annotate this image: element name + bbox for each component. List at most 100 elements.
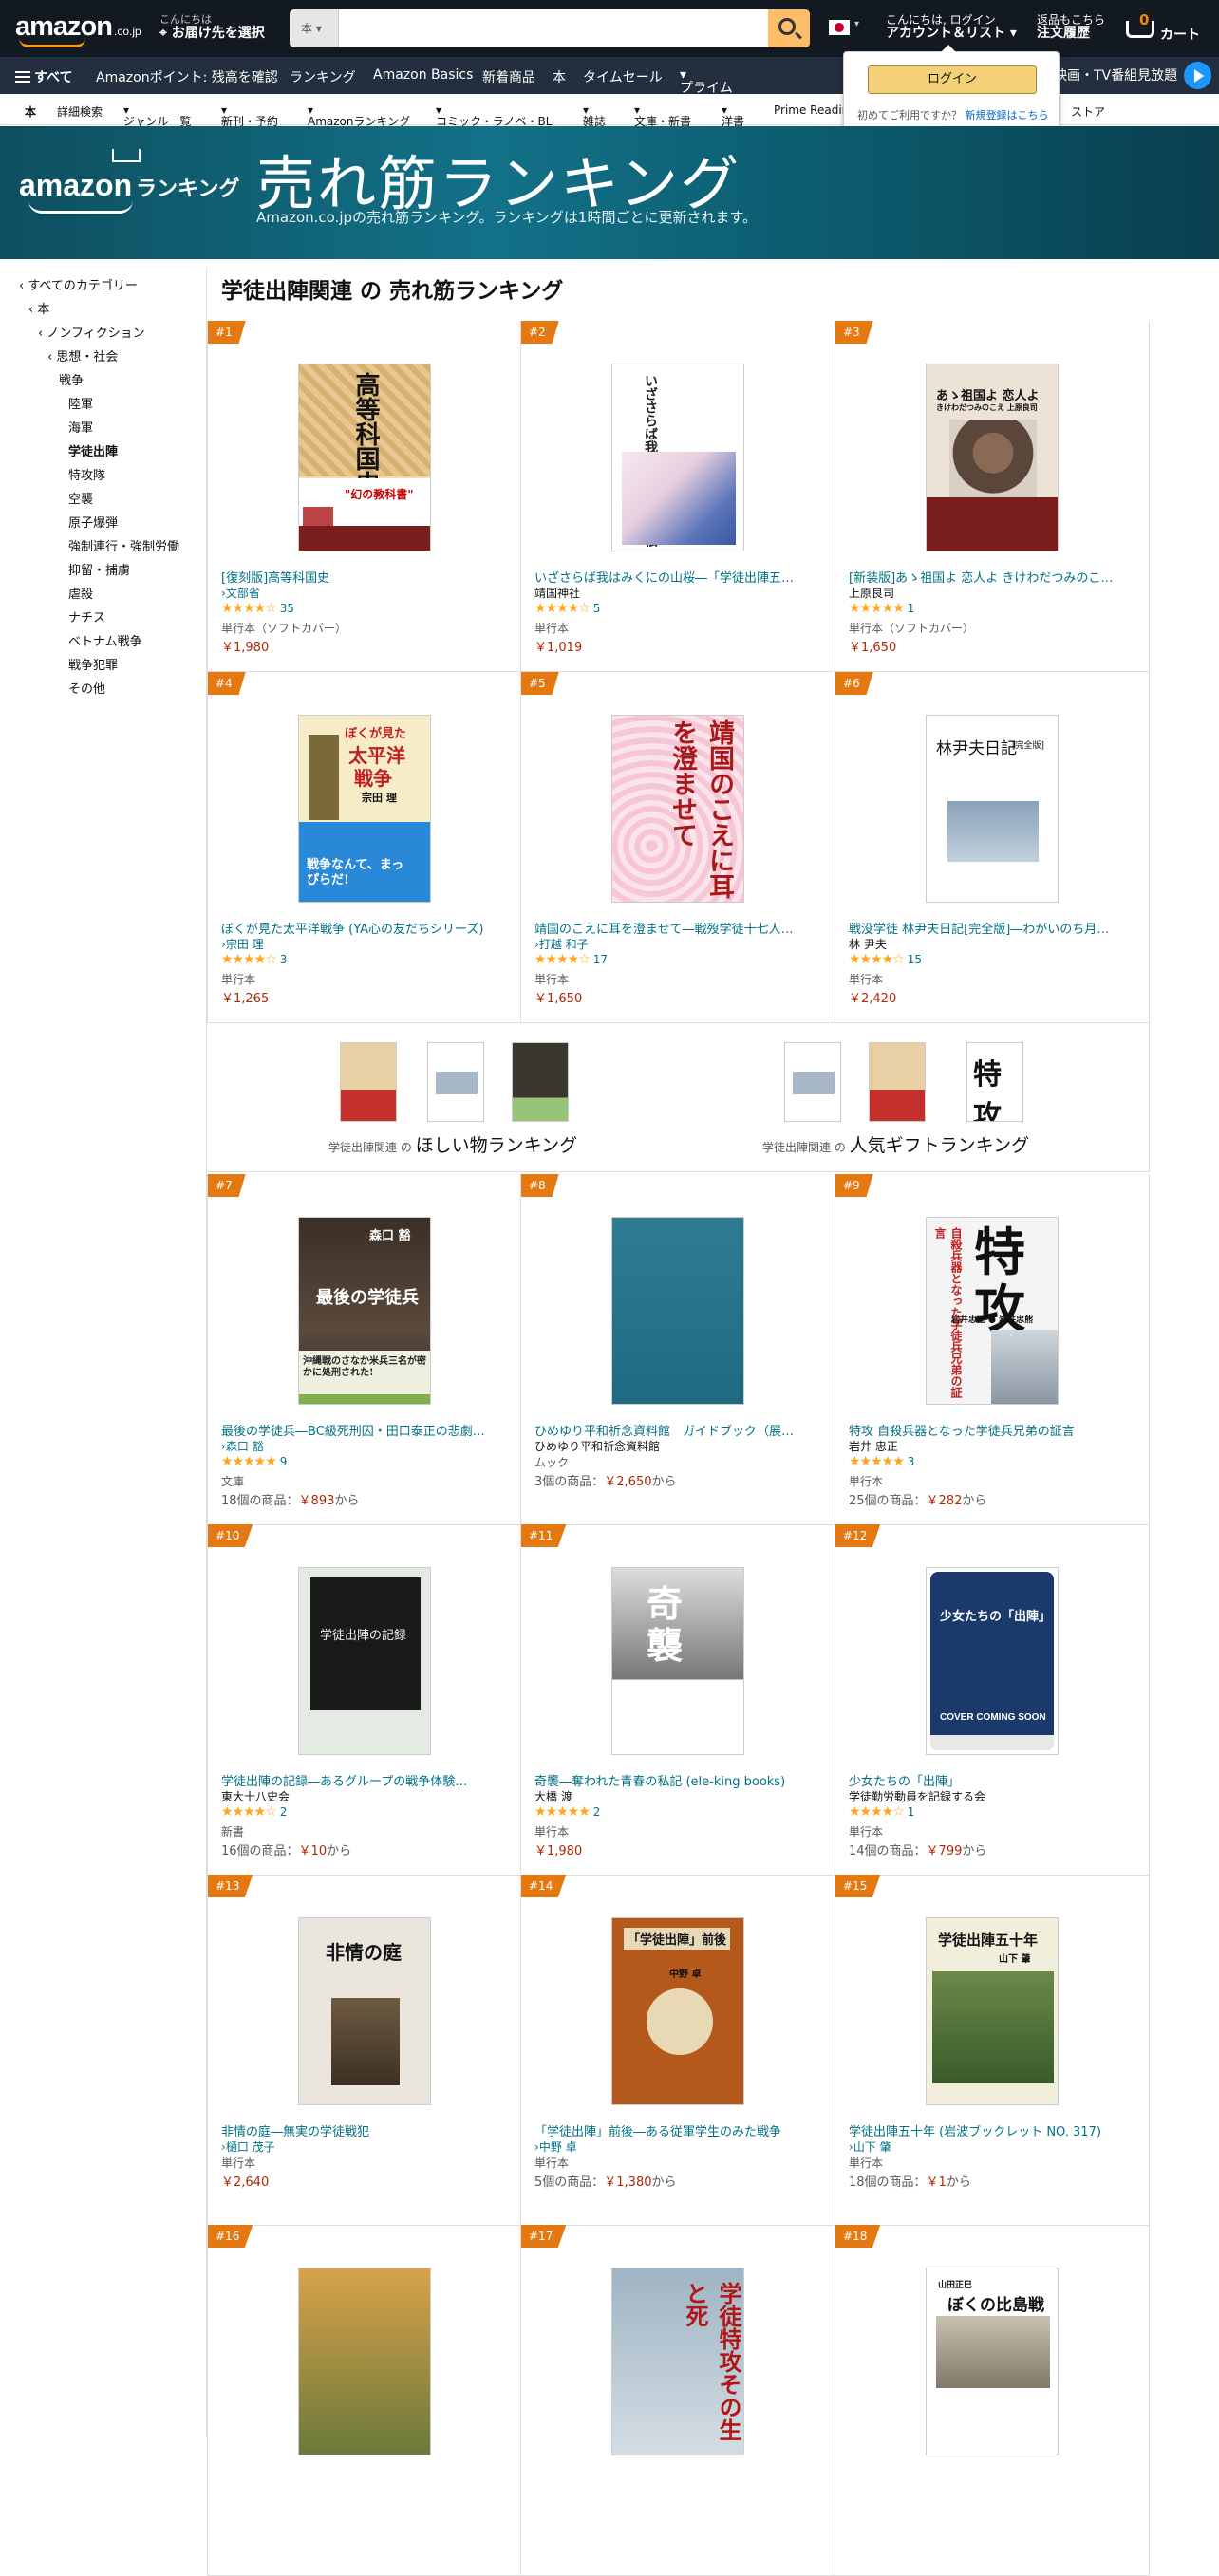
product-title-link[interactable]: [復刻版]高等科国史 (221, 568, 511, 586)
promo-thumb[interactable] (784, 1042, 841, 1122)
subnav-genres[interactable]: ジャンル一覧 ▾ (123, 103, 191, 128)
star-rating[interactable]: ★★★★★ 3 (849, 1454, 914, 1469)
price[interactable]: 25個の商品：￥282から (849, 1490, 986, 1508)
author[interactable]: ›文部省 (221, 585, 260, 601)
review-count[interactable]: 1 (908, 1805, 915, 1819)
sidebar-category-9[interactable]: 空襲 (68, 489, 93, 507)
book-cover[interactable]: 学徒出陣の記録 (298, 1567, 431, 1755)
book-cover[interactable]: 少女たちの「出陣」 COVER COMING SOON (926, 1567, 1059, 1755)
star-rating[interactable]: ★★★★★ 1 (849, 601, 914, 616)
book-cover[interactable] (611, 1217, 744, 1405)
orders-link[interactable]: 返品もこちら 注文履歴 (1037, 13, 1105, 40)
author[interactable]: ›樋口 茂子 (221, 2138, 275, 2155)
author[interactable]: ›山下 肇 (849, 2138, 891, 2155)
star-rating[interactable]: ★★★★☆ 1 (849, 1804, 914, 1820)
product-title-link[interactable]: 学徒出陣の記録―あるグループの戦争体験… (221, 1771, 511, 1789)
book-cover[interactable]: 学徒出陣五十年 山下 肇 (926, 1917, 1059, 2105)
price[interactable]: 3個の商品：￥2,650から (534, 1471, 677, 1489)
book-cover[interactable] (298, 2268, 431, 2455)
product-title-link[interactable]: 非情の庭―無実の学徒戦犯 (221, 2121, 511, 2139)
price[interactable]: 18個の商品：￥1から (849, 2172, 971, 2190)
nav-item-ranking[interactable]: ランキング (290, 67, 356, 86)
star-rating[interactable]: ★★★★★ 2 (534, 1804, 600, 1820)
book-cover[interactable]: 奇襲 (611, 1567, 744, 1755)
product-title-link[interactable]: 靖国のこえに耳を澄ませて―戦歿学徒十七人… (534, 919, 824, 937)
product-title-link[interactable]: 少女たちの「出陣」 (849, 1771, 1138, 1789)
review-count[interactable]: 17 (593, 953, 608, 966)
sidebar-category-2[interactable]: ‹ ノンフィクション (38, 323, 145, 341)
subnav-comics[interactable]: コミック・ラノベ・BL ▾ (436, 103, 552, 128)
price[interactable]: 14個の商品：￥799から (849, 1840, 986, 1858)
sidebar-category-14[interactable]: ナチス (68, 607, 105, 625)
subnav-store[interactable]: ストア (1071, 103, 1105, 120)
play-icon[interactable] (1184, 62, 1211, 89)
sidebar-category-13[interactable]: 虐殺 (68, 584, 93, 602)
subnav-new-releases[interactable]: 新刊・予約 ▾ (221, 103, 278, 128)
sidebar-category-6[interactable]: 海軍 (68, 418, 93, 436)
book-cover[interactable]: 学徒特攻その生と死 (611, 2268, 744, 2455)
promo-thumb[interactable] (427, 1042, 484, 1122)
review-count[interactable]: 5 (593, 602, 601, 615)
product-title-link[interactable]: 戦没学徒 林尹夫日記[完全版]―わがいのち月… (849, 919, 1138, 937)
cart-button[interactable]: 0 カート (1122, 11, 1211, 46)
product-title-link[interactable]: 最後の学徒兵―BC級死刑囚・田口泰正の悲劇… (221, 1421, 511, 1439)
search-input[interactable] (343, 9, 760, 47)
review-count[interactable]: 2 (593, 1805, 601, 1819)
sidebar-category-8[interactable]: 特攻隊 (68, 465, 105, 483)
author[interactable]: ›打越 和子 (534, 936, 589, 952)
book-cover[interactable]: あゝ祖国よ 恋人よ きけわだつみのこえ 上原良司 (926, 364, 1059, 551)
nav-item-basics[interactable]: Amazon Basics (373, 67, 473, 83)
sidebar-category-1[interactable]: ‹ 本 (28, 299, 49, 317)
star-rating[interactable]: ★★★★☆ 35 (221, 601, 294, 616)
review-count[interactable]: 15 (908, 953, 922, 966)
sidebar-category-12[interactable]: 抑留・捕虜 (68, 560, 130, 578)
star-rating[interactable]: ★★★★☆ 17 (534, 952, 608, 967)
review-count[interactable]: 3 (280, 953, 288, 966)
sidebar-category-3[interactable]: ‹ 思想・社会 (47, 346, 118, 364)
sidebar-category-10[interactable]: 原子爆弾 (68, 513, 118, 531)
book-cover[interactable]: 高等科国史 "幻の教科書" (298, 364, 431, 551)
nav-item-new[interactable]: 新着商品 (482, 67, 535, 86)
signup-link[interactable]: 新規登録はこちら (966, 109, 1049, 121)
book-cover[interactable]: 「学徒出陣」前後 中野 卓 (611, 1917, 744, 2105)
sidebar-category-16[interactable]: 戦争犯罪 (68, 655, 118, 673)
author[interactable]: ›森口 豁 (221, 1438, 264, 1454)
book-cover[interactable]: 林尹夫日記 [完全版] (926, 715, 1059, 903)
promo-thumb[interactable]: 特攻 (966, 1042, 1023, 1122)
sidebar-category-11[interactable]: 強制連行・強制労働 (68, 536, 179, 554)
sidebar-category-4[interactable]: 戦争 (59, 370, 84, 388)
book-cover[interactable]: 山田正巳ぼくの比島戦記 (926, 2268, 1059, 2455)
nav-item-prime[interactable]: プライム ▾ (680, 67, 733, 96)
product-title-link[interactable]: 学徒出陣五十年 (岩波ブックレット NO. 317) (849, 2121, 1138, 2139)
product-title-link[interactable]: [新装版]あゝ祖国よ 恋人よ きけわだつみのこ… (849, 568, 1138, 586)
review-count[interactable]: 9 (280, 1455, 288, 1468)
wishlist-ranking-link[interactable]: 学徒出陣関連 の ほしい物ランキング (328, 1131, 577, 1157)
product-title-link[interactable]: 「学徒出陣」前後―ある従軍学生のみた戦争 (534, 2121, 824, 2139)
subnav-foreign[interactable]: 洋書 ▾ (722, 103, 744, 128)
nav-item-points[interactable]: Amazonポイント: 残高を確認 (96, 67, 278, 86)
subnav-magazines[interactable]: 雑誌 ▾ (583, 103, 606, 128)
search-button[interactable] (768, 9, 810, 47)
star-rating[interactable]: ★★★★★ 9 (221, 1454, 287, 1469)
product-title-link[interactable]: ひめゆり平和祈念資料館 ガイドブック（展… (534, 1421, 824, 1439)
nav-item-books[interactable]: 本 (553, 67, 566, 86)
account-menu[interactable]: こんにちは, ログイン アカウント＆リスト ▾ (886, 13, 1017, 40)
star-rating[interactable]: ★★★★☆ 2 (221, 1804, 287, 1820)
all-menu-button[interactable]: すべて (15, 67, 72, 86)
promo-thumb[interactable] (340, 1042, 397, 1122)
review-count[interactable]: 35 (280, 602, 294, 615)
price[interactable]: 5個の商品：￥1,380から (534, 2172, 677, 2190)
author[interactable]: ›宗田 理 (221, 936, 264, 952)
product-title-link[interactable]: ぼくが見た太平洋戦争 (YA心の友だちシリーズ) (221, 919, 511, 937)
sidebar-category-5[interactable]: 陸軍 (68, 394, 93, 412)
japan-flag-icon[interactable] (829, 20, 850, 35)
product-title-link[interactable]: 奇襲―奪われた青春の私記 (ele-king books) (534, 1771, 824, 1789)
star-rating[interactable]: ★★★★☆ 3 (221, 952, 287, 967)
promo-thumb[interactable] (512, 1042, 569, 1122)
sidebar-category-17[interactable]: その他 (68, 679, 105, 697)
product-title-link[interactable]: 特攻 自殺兵器となった学徒兵兄弟の証言 (849, 1421, 1138, 1439)
review-count[interactable]: 3 (908, 1455, 915, 1468)
product-title-link[interactable]: いざさらば我はみくにの山桜―「学徒出陣五… (534, 568, 824, 586)
book-cover[interactable]: 靖国のこえに耳を澄ませて (611, 715, 744, 903)
sidebar-category-0[interactable]: ‹ すべてのカテゴリー (19, 275, 138, 293)
